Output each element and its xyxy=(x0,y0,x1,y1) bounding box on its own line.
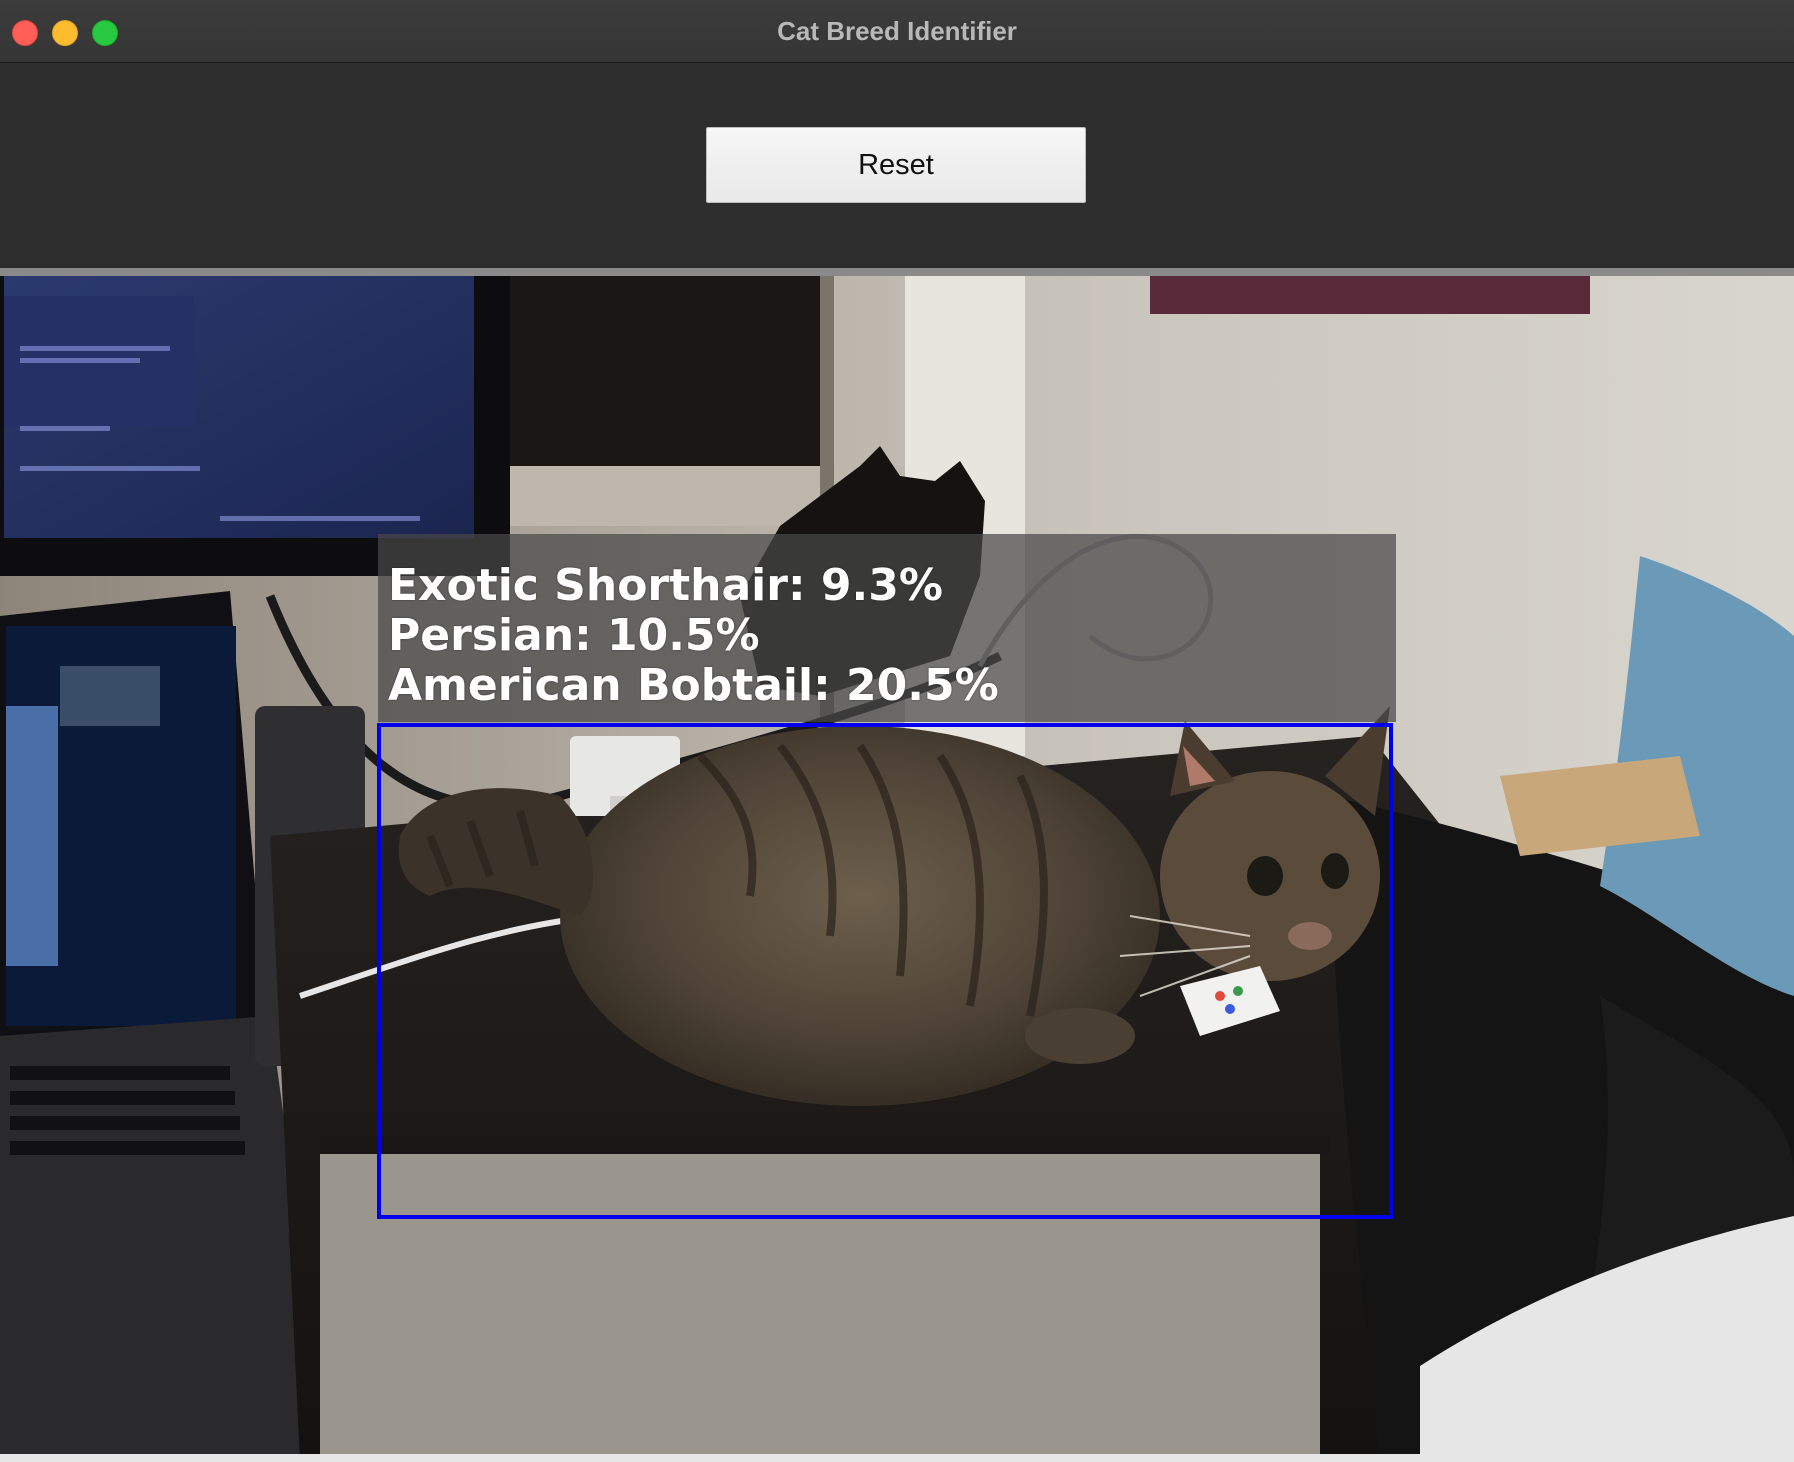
title-bar[interactable]: Cat Breed Identifier xyxy=(0,0,1794,63)
prediction-label: Persian: 10.5% xyxy=(388,610,760,661)
camera-feed: Exotic Shorthair: 9.3% Persian: 10.5% Am… xyxy=(0,276,1794,1462)
app-window: Cat Breed Identifier Reset Exotic Shorth… xyxy=(0,0,1794,1462)
reset-button[interactable]: Reset xyxy=(706,127,1086,203)
window-title: Cat Breed Identifier xyxy=(777,16,1017,46)
prediction-label-panel: Exotic Shorthair: 9.3% Persian: 10.5% Am… xyxy=(378,534,1396,722)
detection-bounding-box xyxy=(377,723,1393,1219)
toolbar: Reset xyxy=(0,63,1794,268)
frame-separator xyxy=(0,268,1794,276)
prediction-label: American Bobtail: 20.5% xyxy=(388,660,999,711)
prediction-label: Exotic Shorthair: 9.3% xyxy=(388,560,943,611)
